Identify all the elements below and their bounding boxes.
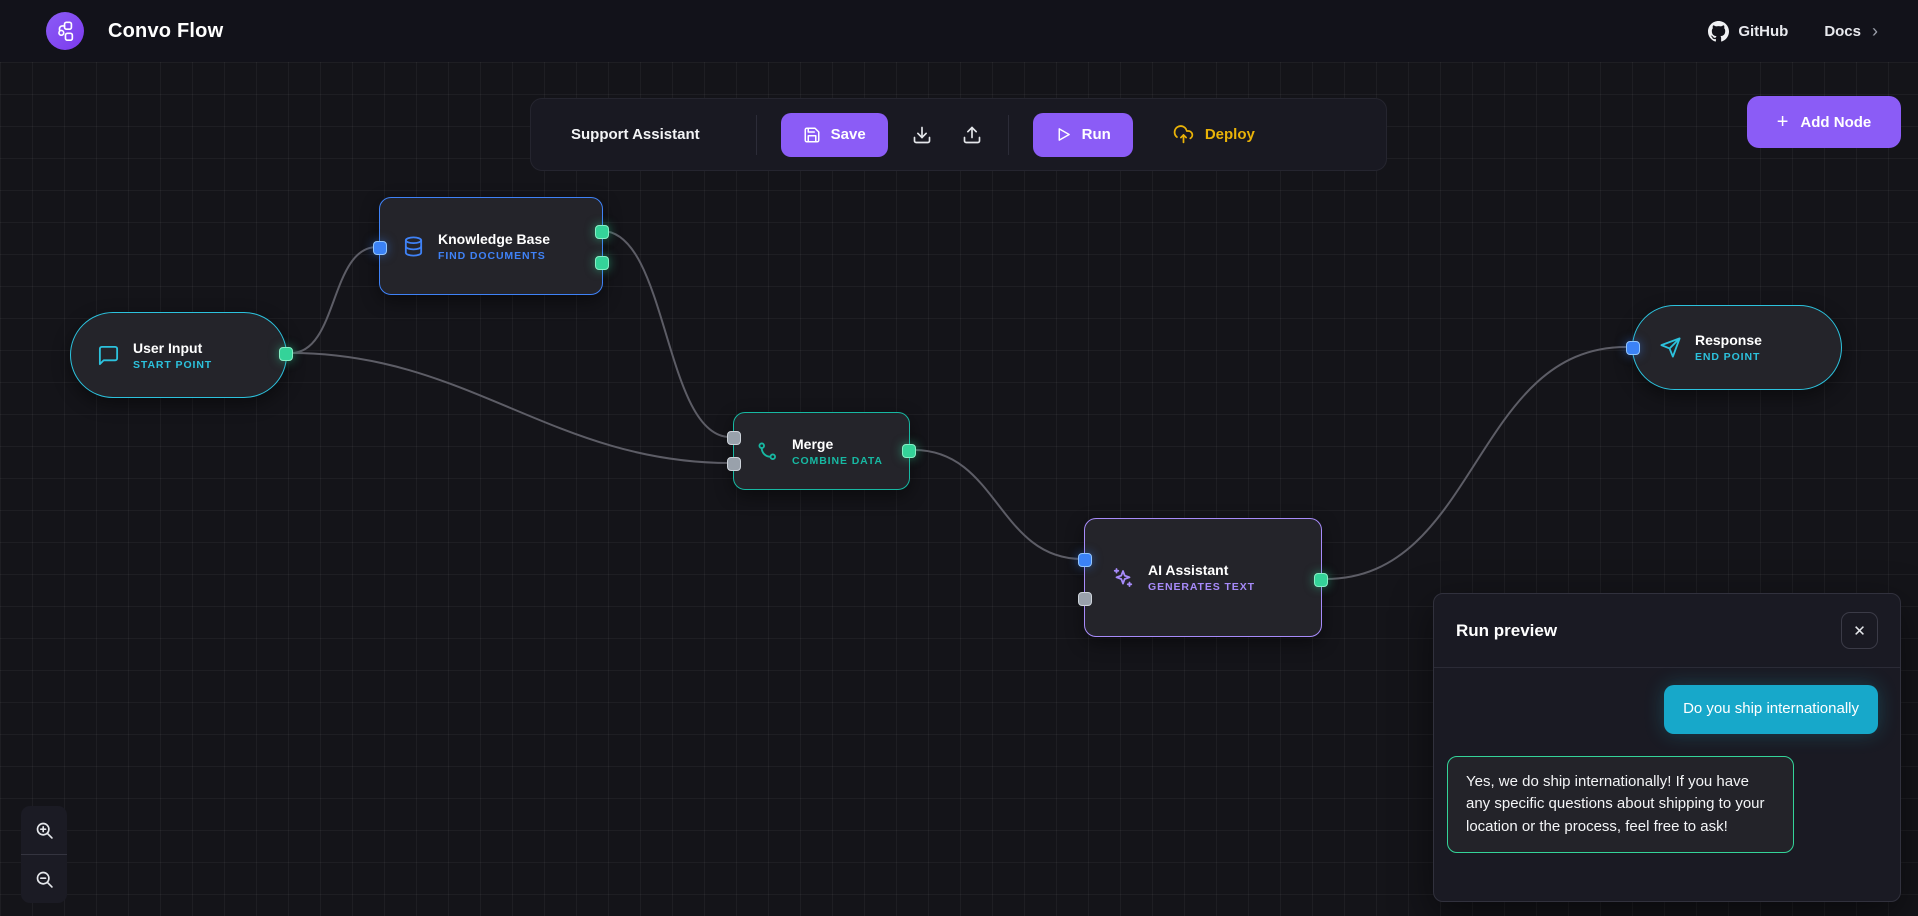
flow-toolbar: Support Assistant Save <box>530 98 1387 171</box>
output-handle[interactable] <box>279 347 293 361</box>
node-subtitle: START POINT <box>133 359 212 371</box>
flow-name: Support Assistant <box>571 126 700 143</box>
node-title: AI Assistant <box>1148 562 1255 578</box>
chat-messages: Do you ship internationally Yes, we do s… <box>1434 668 1900 901</box>
save-icon <box>803 126 821 144</box>
output-handle[interactable] <box>1314 573 1328 587</box>
node-title: Response <box>1695 332 1762 348</box>
node-title: User Input <box>133 340 212 356</box>
run-preview-panel: Run preview ✕ Do you ship internationall… <box>1433 593 1901 902</box>
node-knowledge-base[interactable]: Knowledge Base FIND DOCUMENTS <box>379 197 603 295</box>
send-icon <box>1659 336 1682 359</box>
deploy-button[interactable]: Deploy <box>1167 123 1261 146</box>
upload-icon <box>962 125 982 145</box>
github-link[interactable]: GitHub <box>1708 21 1788 42</box>
workflow-icon <box>54 20 76 42</box>
toolbar-divider-2 <box>1008 115 1009 155</box>
input-handle[interactable] <box>1626 341 1640 355</box>
add-node-button[interactable]: + Add Node <box>1747 96 1901 148</box>
play-icon <box>1055 126 1072 143</box>
run-preview-title: Run preview <box>1456 621 1557 641</box>
chat-bubble-icon <box>97 344 120 367</box>
close-icon: ✕ <box>1853 622 1866 640</box>
merge-icon <box>756 440 779 463</box>
output-handle-2[interactable] <box>595 256 609 270</box>
zoom-out-button[interactable] <box>21 855 67 903</box>
cloud-upload-icon <box>1173 124 1194 145</box>
save-label: Save <box>831 126 866 143</box>
user-message-bubble: Do you ship internationally <box>1664 685 1878 734</box>
plus-icon: + <box>1777 111 1789 134</box>
input-handle[interactable] <box>373 241 387 255</box>
input-handle-secondary[interactable] <box>1078 592 1092 606</box>
output-handle[interactable] <box>902 444 916 458</box>
app-header: Convo Flow GitHub Docs › <box>0 0 1918 62</box>
chevron-right-icon: › <box>1872 21 1878 42</box>
deploy-label: Deploy <box>1205 126 1255 143</box>
toolbar-divider <box>756 115 757 155</box>
node-title: Knowledge Base <box>438 231 550 247</box>
close-button[interactable]: ✕ <box>1841 612 1878 649</box>
node-merge[interactable]: Merge COMBINE DATA <box>733 412 910 490</box>
node-subtitle: COMBINE DATA <box>792 455 883 467</box>
github-icon <box>1708 21 1729 42</box>
zoom-in-icon <box>34 820 55 841</box>
sparkles-icon <box>1111 566 1135 590</box>
bot-message-bubble: Yes, we do ship internationally! If you … <box>1447 756 1794 854</box>
github-label: GitHub <box>1738 23 1788 40</box>
zoom-in-button[interactable] <box>21 806 67 854</box>
docs-label: Docs <box>1824 23 1861 40</box>
node-ai-assistant[interactable]: AI Assistant GENERATES TEXT <box>1084 518 1322 637</box>
save-button[interactable]: Save <box>781 113 888 157</box>
app-title: Convo Flow <box>108 20 223 43</box>
database-icon <box>402 235 425 258</box>
zoom-controls <box>21 806 67 903</box>
node-subtitle: GENERATES TEXT <box>1148 581 1255 593</box>
download-icon <box>912 125 932 145</box>
node-response[interactable]: Response END POINT <box>1632 305 1842 390</box>
zoom-out-icon <box>34 869 55 890</box>
run-label: Run <box>1082 126 1111 143</box>
output-handle-1[interactable] <box>595 225 609 239</box>
input-handle[interactable] <box>1078 553 1092 567</box>
app-logo <box>46 12 84 50</box>
run-button[interactable]: Run <box>1033 113 1133 157</box>
download-button[interactable] <box>900 113 944 157</box>
add-node-label: Add Node <box>1800 114 1871 131</box>
docs-link[interactable]: Docs › <box>1824 21 1878 42</box>
upload-button[interactable] <box>950 113 994 157</box>
node-user-input[interactable]: User Input START POINT <box>70 312 287 398</box>
node-subtitle: END POINT <box>1695 351 1762 363</box>
input-handle-2[interactable] <box>727 457 741 471</box>
node-title: Merge <box>792 436 883 452</box>
node-subtitle: FIND DOCUMENTS <box>438 250 550 262</box>
input-handle-1[interactable] <box>727 431 741 445</box>
run-preview-header: Run preview ✕ <box>1434 594 1900 668</box>
